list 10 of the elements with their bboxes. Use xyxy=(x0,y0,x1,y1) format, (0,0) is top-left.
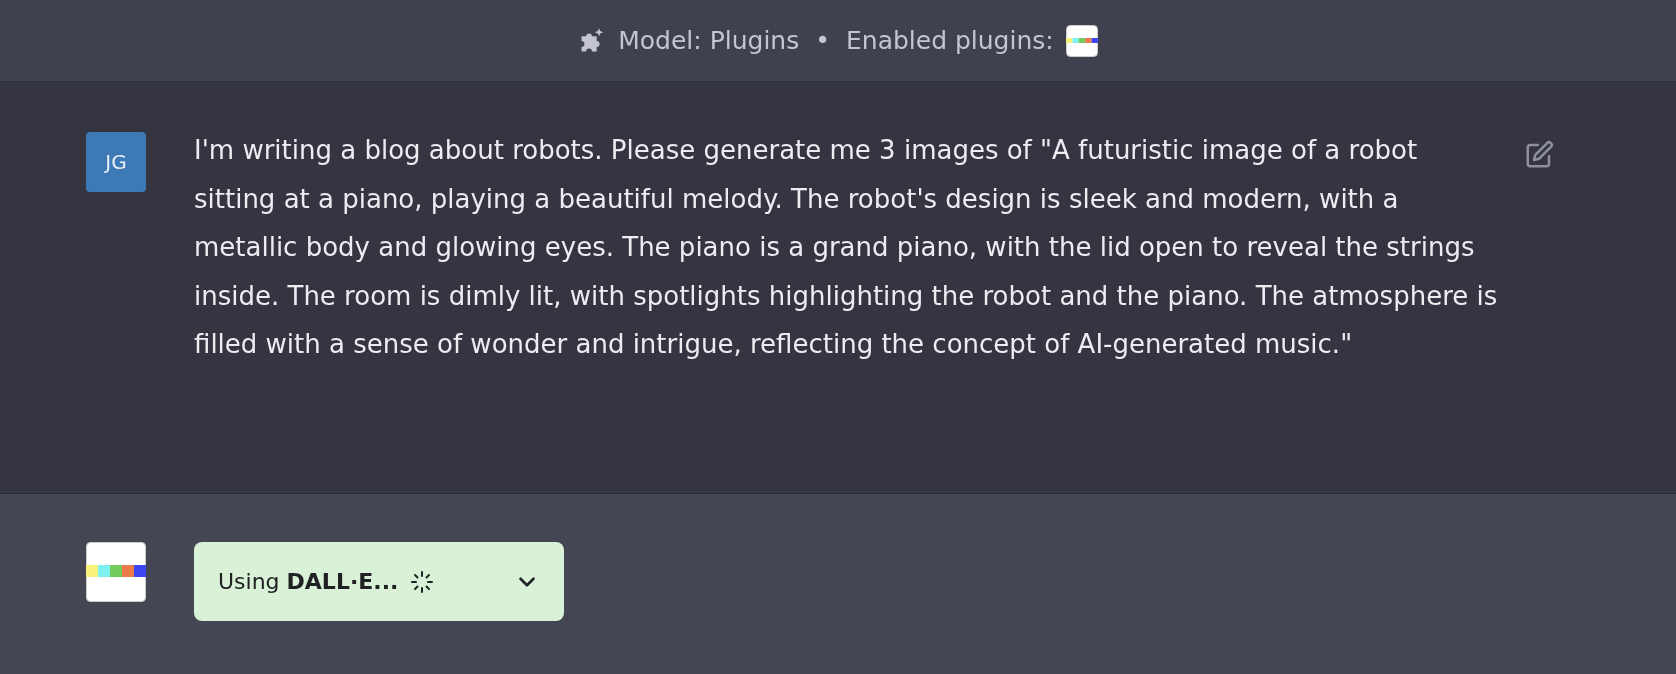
plugin-status-button[interactable]: Using DALL·E... xyxy=(194,542,564,621)
edit-icon[interactable] xyxy=(1524,140,1554,170)
model-label: Model: Plugins xyxy=(618,26,800,55)
plugins-label: Enabled plugins: xyxy=(846,26,1054,55)
user-avatar: JG xyxy=(86,132,146,192)
message-text: I'm writing a blog about robots. Please generate me 3 images of "A futuristic image of a robot sitting at a piano, playing a beautiful melody. The robot's design is sleek and modern, with a metallic body and glowing eyes. The piano is a grand piano, with the lid open to reveal the strings inside. The room is dimly lit, with spotlights highlighting the robot and the piano. The atmosphere is filled with a sense of wonder and intrigue, reflecting the concept of AI-generated music." xyxy=(194,134,1499,362)
plugin-logo-icon xyxy=(1065,24,1098,57)
plugin-logo-icon xyxy=(86,542,146,602)
spinner-icon xyxy=(410,569,435,594)
separator: • xyxy=(815,26,830,55)
